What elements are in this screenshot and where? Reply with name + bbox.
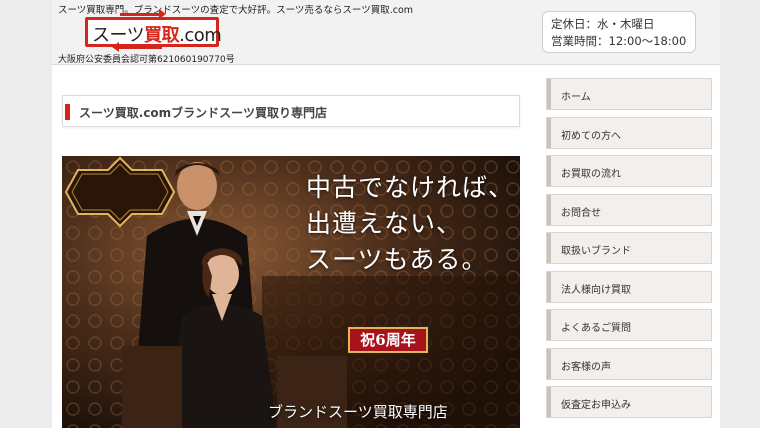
sidebar-item-label: ホーム [561,92,591,103]
ornament-frame-icon [64,156,176,228]
nav-accent [547,117,551,148]
sidebar-item-label: お買取の流れ [561,169,621,180]
hero-headline-line-3: スーツもある。 [306,245,488,274]
sidebar-item-contact[interactable]: お問合せ [546,193,712,226]
license-number: 大阪府公安委員会認可第621060190770号 [58,55,235,65]
nav-accent [547,271,551,302]
arrow-left-icon [112,42,162,52]
sidebar-item-label: 法人様向け買取 [561,284,631,296]
hero-subtitle: ブランドスーツ買取専門店 [268,403,448,421]
nav-accent [547,156,551,186]
site-tagline: スーツ買取専門。ブランドスーツの査定で大好評。スーツ売るならスーツ買取.com [58,5,414,16]
arrow-right-icon [120,9,166,19]
nav-accent [547,233,551,263]
site-logo[interactable]: スーツ買取.com [85,17,222,47]
nav-accent [547,348,551,379]
hero-headline-line-2: 出遭えない、 [306,209,463,238]
closed-days: 定休日：水・木曜日 [551,17,655,31]
sidebar-item-brands[interactable]: 取扱いブランド [546,232,712,264]
nav-accent [547,387,551,417]
sidebar-item-label: よくあるご質問 [561,323,631,334]
sidebar-item-first-time[interactable]: 初めての方へ [546,116,712,149]
business-hours-box: 定休日：水・木曜日 営業時間：12:00〜18:00 [542,11,696,53]
sidebar-item-home[interactable]: ホーム [546,78,712,110]
nav-accent [547,310,551,340]
logo-part-2: 買取 [144,25,180,46]
sidebar-item-label: 取扱いブランド [561,246,631,257]
hero-headline-line-1: 中古でなければ、 [306,173,515,202]
sidebar-item-estimate[interactable]: 仮査定お申込み [546,386,712,418]
page-title: スーツ買取.comブランドスーツ買取り専門店 [79,106,327,120]
anniversary-badge: 祝6周年 [348,327,428,353]
opening-hours: 営業時間：12:00〜18:00 [551,34,687,48]
nav-accent [547,79,551,109]
title-accent-bar [65,104,70,120]
sidebar-item-testimonials[interactable]: お客様の声 [546,347,712,380]
logo-part-3: .com [179,25,222,46]
site-header: スーツ買取専門。ブランドスーツの査定で大好評。スーツ売るならスーツ買取.com … [52,0,720,65]
page-title-box: スーツ買取.comブランドスーツ買取り専門店 [62,95,520,127]
sidebar-item-label: 仮査定お申込み [561,400,631,411]
sidebar-nav: ホーム 初めての方へ お買取の流れ お問合せ 取扱いブランド 法人様向け買取 よ… [546,78,712,425]
sidebar-item-corporate[interactable]: 法人様向け買取 [546,270,712,303]
sidebar-item-label: お客様の声 [561,361,611,373]
sidebar-item-purchase-flow[interactable]: お買取の流れ [546,155,712,187]
nav-accent [547,194,551,225]
hero-banner[interactable]: 中古でなければ、 出遭えない、 スーツもある。 祝6周年 ブランドスーツ買取専門… [62,156,520,428]
page: スーツ買取専門。ブランドスーツの査定で大好評。スーツ売るならスーツ買取.com … [52,0,720,428]
sidebar-item-label: お問合せ [561,207,601,219]
sidebar-item-label: 初めての方へ [561,130,621,142]
sidebar-item-faq[interactable]: よくあるご質問 [546,309,712,341]
